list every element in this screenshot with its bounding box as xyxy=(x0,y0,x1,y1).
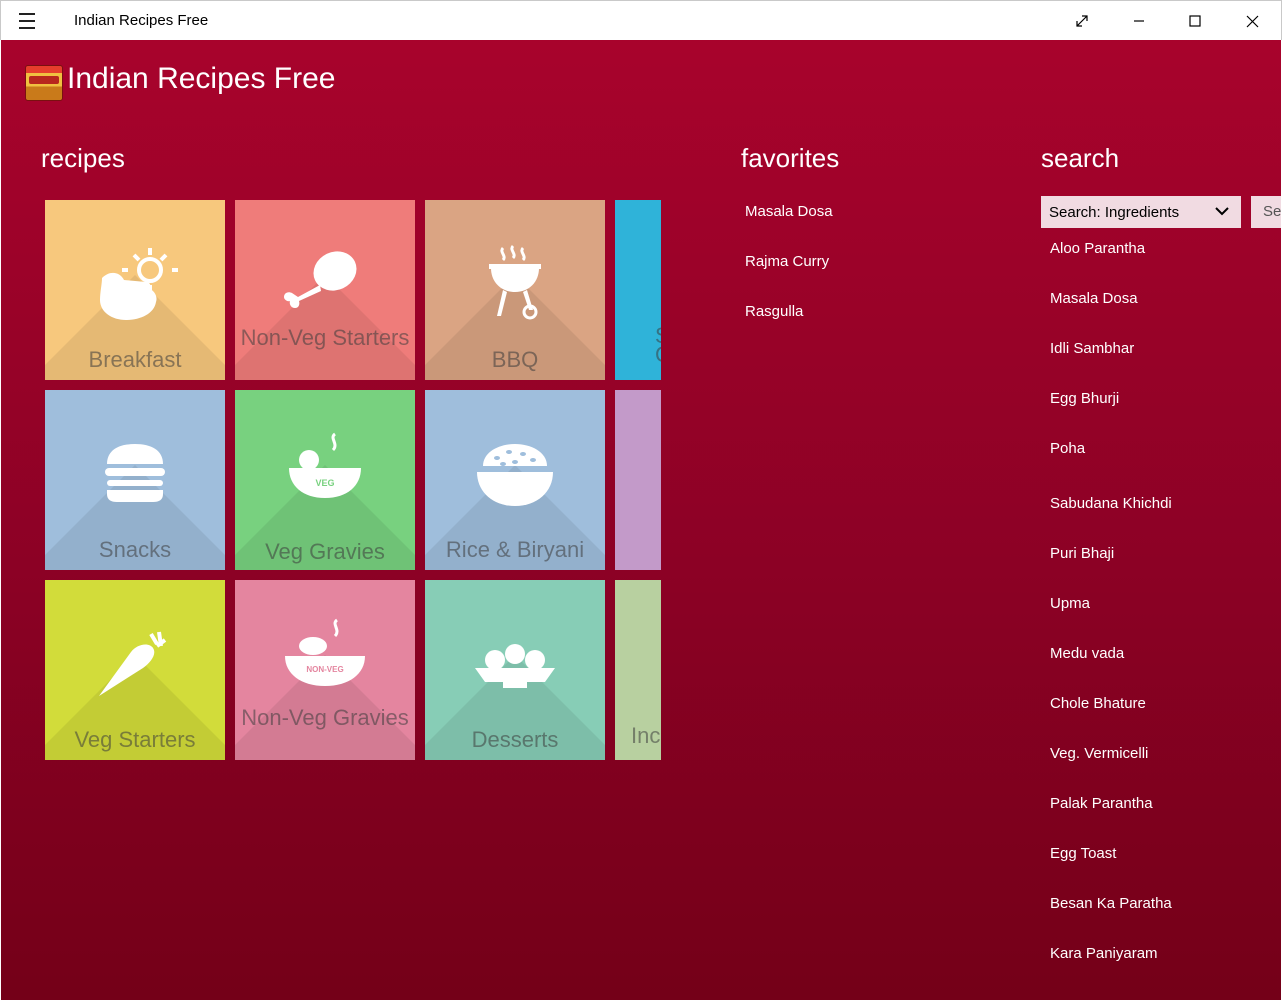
app-title: Indian Recipes Free xyxy=(67,62,336,95)
carrot-icon xyxy=(99,631,167,696)
tile-label: BBQ xyxy=(491,347,539,372)
tile-label: Non-Veg Starters xyxy=(240,325,410,350)
tile-partial-1[interactable]: S C xyxy=(615,200,661,380)
tile-bbq[interactable]: BBQ xyxy=(425,200,605,380)
grill-icon xyxy=(489,244,541,320)
search-result-item[interactable]: Puri Bhaji xyxy=(1050,545,1114,562)
tile-breakfast[interactable]: Breakfast xyxy=(45,200,225,380)
breakfast-icon xyxy=(100,248,178,320)
app-logo xyxy=(25,65,63,101)
search-result-item[interactable]: Chole Bhature xyxy=(1050,695,1146,712)
maximize-icon[interactable] xyxy=(1167,1,1223,41)
tile-label: Inc xyxy=(631,723,661,748)
tile-veg-gravies[interactable]: VEG Veg Gravies xyxy=(235,390,415,570)
search-result-item[interactable]: Egg Toast xyxy=(1050,845,1116,862)
fullscreen-icon[interactable] xyxy=(1054,1,1110,41)
tile-label: Veg Starters xyxy=(74,727,196,752)
chicken-leg-icon xyxy=(284,251,357,308)
window-title: Indian Recipes Free xyxy=(74,12,209,29)
search-result-item[interactable]: Kara Paniyaram xyxy=(1050,945,1158,962)
tile-non-veg-gravies[interactable]: NON-VEG Non-Veg Gravies xyxy=(235,580,415,760)
nonveg-bowl-icon: NON-VEG xyxy=(285,618,365,686)
search-type-select[interactable]: Search: Ingredients xyxy=(1041,196,1241,228)
window-titlebar: Indian Recipes Free xyxy=(0,0,1282,40)
chevron-down-icon xyxy=(1215,207,1229,216)
svg-text:VEG: VEG xyxy=(315,478,334,488)
search-result-item[interactable]: Palak Parantha xyxy=(1050,795,1153,812)
tile-veg-starters[interactable]: Veg Starters xyxy=(45,580,225,760)
burger-icon xyxy=(105,444,165,502)
tile-partial-2[interactable] xyxy=(615,390,661,570)
search-result-item[interactable]: Aloo Parantha xyxy=(1050,240,1145,257)
tile-non-veg-starters[interactable]: Non-Veg Starters xyxy=(235,200,415,380)
tile-desserts[interactable]: Desserts xyxy=(425,580,605,760)
veg-bowl-icon: VEG xyxy=(289,432,361,498)
search-result-item[interactable]: Sabudana Khichdi xyxy=(1050,495,1172,512)
hamburger-icon[interactable] xyxy=(19,13,41,29)
tile-label: Non-Veg Gravies xyxy=(241,705,409,730)
minimize-icon[interactable] xyxy=(1111,1,1167,41)
favorite-item[interactable]: Rasgulla xyxy=(745,303,803,320)
app-content: Indian Recipes Free recipes Breakfast No… xyxy=(1,40,1281,1000)
tile-label: S C xyxy=(655,325,661,366)
svg-text:NON-VEG: NON-VEG xyxy=(306,665,343,674)
search-result-item[interactable]: Upma xyxy=(1050,595,1090,612)
tile-snacks[interactable]: Snacks xyxy=(45,390,225,570)
search-result-item[interactable]: Medu vada xyxy=(1050,645,1124,662)
tile-label: Veg Gravies xyxy=(265,539,385,564)
tile-rice-biryani[interactable]: Rice & Biryani xyxy=(425,390,605,570)
favorite-item[interactable]: Rajma Curry xyxy=(745,253,829,270)
search-heading: search xyxy=(1041,143,1120,173)
rice-bowl-icon xyxy=(477,444,553,506)
dessert-plate-icon xyxy=(475,644,555,688)
search-result-item[interactable]: Egg Bhurji xyxy=(1050,390,1119,407)
tile-label: Desserts xyxy=(471,727,559,752)
search-result-item[interactable]: Veg. Vermicelli xyxy=(1050,745,1148,762)
search-result-item[interactable]: Masala Dosa xyxy=(1050,290,1138,307)
favorites-heading: favorites xyxy=(741,143,840,173)
search-result-item[interactable]: Besan Ka Paratha xyxy=(1050,895,1172,912)
close-icon[interactable] xyxy=(1224,1,1280,41)
tile-label: Rice & Biryani xyxy=(445,537,585,562)
tile-label: Snacks xyxy=(98,537,172,562)
tile-label: Breakfast xyxy=(88,347,182,372)
search-button[interactable]: Sea xyxy=(1251,196,1281,228)
recipes-heading: recipes xyxy=(41,143,125,173)
tile-partial-3[interactable]: Inc xyxy=(615,580,661,760)
search-result-item[interactable]: Poha xyxy=(1050,440,1085,457)
search-result-item[interactable]: Idli Sambhar xyxy=(1050,340,1134,357)
favorite-item[interactable]: Masala Dosa xyxy=(745,203,833,220)
search-type-value: Search: Ingredients xyxy=(1049,204,1180,221)
